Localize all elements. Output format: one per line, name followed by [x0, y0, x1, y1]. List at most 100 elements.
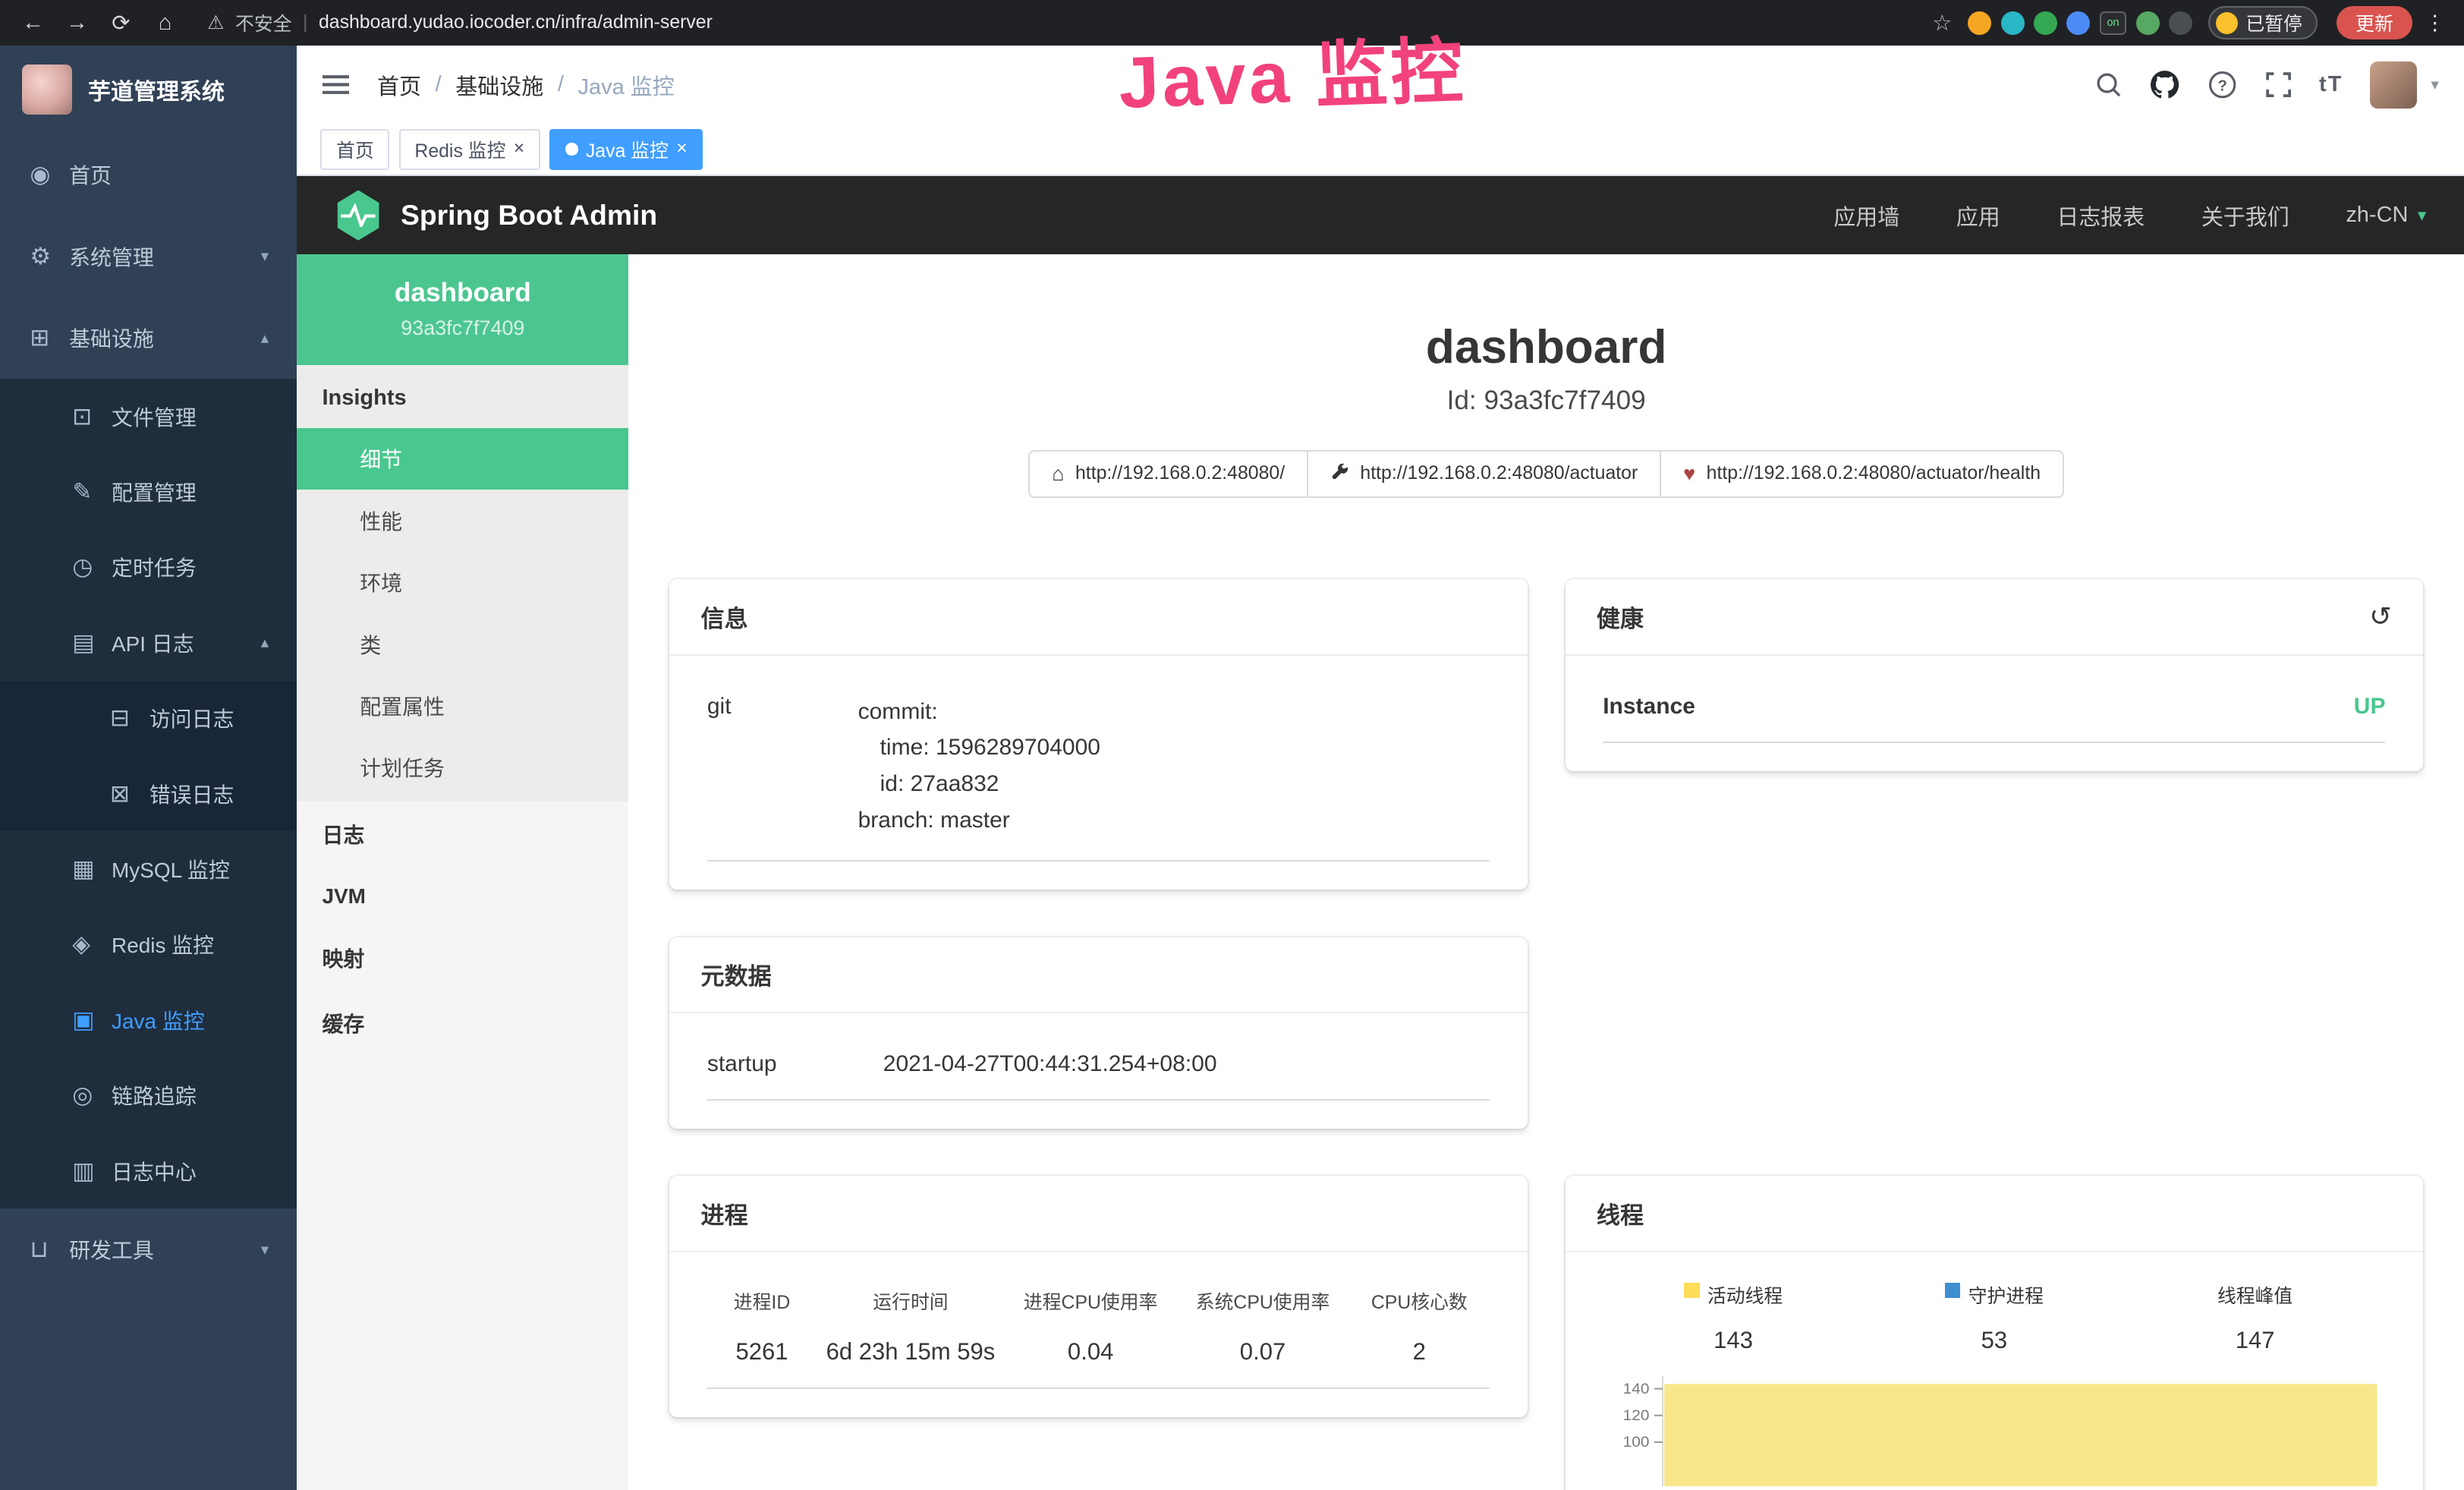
sidebar-item-label: 链路追踪 [112, 1080, 197, 1110]
metadata-key: startup [707, 1051, 883, 1077]
column-header: 运行时间 [817, 1277, 1005, 1324]
app-logo[interactable]: 芋道管理系统 [0, 46, 297, 134]
card-title: 线程 [1597, 1196, 1644, 1230]
sidebar-item-label: MySQL 监控 [112, 854, 230, 884]
sba-item-jvm[interactable]: JVM [297, 867, 628, 926]
breadcrumb-item-infrastructure[interactable]: 基础设施 [455, 69, 543, 101]
sidebar-item-config-manage[interactable]: ✎ 配置管理 [0, 454, 297, 529]
help-icon[interactable]: ? [2208, 70, 2237, 99]
sba-item-caches[interactable]: 缓存 [297, 991, 628, 1056]
sba-item-scheduled-tasks[interactable]: 计划任务 [297, 737, 628, 799]
sidebar-item-system-manage[interactable]: ⚙ 系统管理 ▾ [0, 216, 297, 298]
sba-item-config-props[interactable]: 配置属性 [297, 675, 628, 736]
sba-instance-header[interactable]: dashboard 93a3fc7f7409 [297, 254, 628, 365]
info-key: git [707, 694, 858, 839]
profile-paused-chip[interactable]: 已暂停 [2208, 6, 2318, 39]
font-size-icon[interactable]: tT [2319, 72, 2343, 97]
log-icon: ▤ [72, 629, 112, 657]
search-icon[interactable] [2094, 71, 2123, 99]
legend-peak-threads: 线程峰值 147 [2125, 1281, 2386, 1355]
sidebar-item-label: Java 监控 [112, 1005, 205, 1035]
user-avatar[interactable] [2370, 61, 2417, 109]
address-bar[interactable]: ⚠ 不安全 | dashboard.yudao.iocoder.cn/infra… [207, 9, 1923, 36]
sidebar-item-error-log[interactable]: ⊠ 错误日志 [0, 756, 297, 831]
extension-icon[interactable] [2034, 11, 2057, 35]
sidebar-item-api-log[interactable]: ▤ API 日志 ▴ [0, 605, 297, 680]
sidebar-item-scheduled-task[interactable]: ◷ 定时任务 [0, 530, 297, 605]
sidebar-item-redis-monitor[interactable]: ◈ Redis 监控 [0, 907, 297, 982]
extension-icon[interactable] [2066, 11, 2090, 35]
health-url-link[interactable]: ♥ http://192.168.0.2:48080/actuator/heal… [1661, 450, 2064, 497]
sba-item-logging[interactable]: 日志 [297, 802, 628, 867]
threads-chart: 140 120 100 [1603, 1376, 2385, 1486]
sba-nav-wall[interactable]: 应用墙 [1833, 200, 1899, 232]
sba-item-environment[interactable]: 环境 [297, 551, 628, 613]
process-table: 进程ID 运行时间 进程CPU使用率 系统CPU使用率 CPU核心数 [707, 1277, 1490, 1388]
sba-nav-applications[interactable]: 应用 [1956, 200, 2000, 232]
extension-icon[interactable] [2136, 11, 2160, 35]
profile-avatar-icon [2216, 12, 2238, 34]
browser-update-button[interactable]: 更新 [2337, 6, 2412, 39]
column-header: 进程ID [707, 1277, 817, 1324]
sba-nav-about[interactable]: 关于我们 [2201, 200, 2289, 232]
fullscreen-icon[interactable] [2264, 71, 2292, 99]
sidebar-item-infrastructure[interactable]: ⊞ 基础设施 ▴ [0, 297, 297, 379]
sba-item-metrics[interactable]: 性能 [297, 490, 628, 551]
browser-home-icon[interactable]: ⌂ [148, 11, 183, 36]
extension-icon[interactable] [2169, 11, 2192, 35]
threads-card: 线程 活动线程 143 [1566, 1176, 2424, 1490]
home-icon: ⌂ [1052, 462, 1064, 486]
tab-java-monitor[interactable]: Java 监控 × [549, 129, 703, 170]
cpu-cores: 2 [1348, 1324, 1490, 1388]
sidebar-item-tracing[interactable]: ◎ 链路追踪 [0, 1058, 297, 1133]
heart-icon: ♥ [1683, 462, 1695, 486]
sba-item-mappings[interactable]: 映射 [297, 925, 628, 991]
tab-redis-monitor[interactable]: Redis 监控 × [399, 129, 540, 170]
sidebar-item-java-monitor[interactable]: ▣ Java 监控 [0, 982, 297, 1057]
sba-nav-journal[interactable]: 日志报表 [2056, 200, 2145, 232]
legend-value: 147 [2125, 1327, 2386, 1354]
extension-on-icon[interactable]: on [2100, 11, 2126, 35]
browser-menu-icon[interactable]: ⋮ [2425, 11, 2445, 35]
breadcrumb-item-home[interactable]: 首页 [377, 69, 421, 101]
extension-icon[interactable] [1968, 11, 1991, 35]
sidebar-item-label: API 日志 [112, 628, 194, 658]
avatar-caret-icon[interactable]: ▾ [2431, 75, 2438, 94]
tab-home[interactable]: 首页 [320, 129, 389, 170]
sidebar-item-mysql-monitor[interactable]: ▦ MySQL 监控 [0, 831, 297, 906]
sidebar-item-log-center[interactable]: ▥ 日志中心 [0, 1133, 297, 1208]
card-title: 健康 [1597, 600, 1644, 634]
close-icon[interactable]: × [676, 140, 688, 159]
instance-id-subtitle: Id: 93a3fc7f7409 [669, 386, 2423, 416]
legend-label: 活动线程 [1707, 1281, 1783, 1309]
link-url: http://192.168.0.2:48080/ [1075, 463, 1285, 484]
locale-selector[interactable]: zh-CN ▾ [2346, 203, 2426, 228]
header-actions: ? tT ▾ [2094, 61, 2439, 109]
sidebar-item-dev-tools[interactable]: ⊔ 研发工具 ▾ [0, 1208, 297, 1290]
actuator-url-link[interactable]: http://192.168.0.2:48080/actuator [1308, 450, 1661, 497]
bookmark-star-icon[interactable]: ☆ [1932, 10, 1952, 36]
browser-back-icon[interactable]: ← [16, 11, 51, 36]
sidebar-item-label: 研发工具 [69, 1234, 154, 1265]
github-icon[interactable] [2149, 69, 2180, 100]
sidebar-item-home[interactable]: ◉ 首页 [0, 134, 297, 216]
info-line: commit: [858, 694, 1100, 730]
browser-forward-icon[interactable]: → [60, 11, 95, 36]
history-icon[interactable]: ↺ [2369, 601, 2391, 632]
sba-item-details[interactable]: 细节 [297, 428, 628, 490]
chevron-down-icon: ▾ [2418, 205, 2426, 225]
service-url-link[interactable]: ⌂ http://192.168.0.2:48080/ [1028, 450, 1308, 497]
process-pid: 5261 [707, 1324, 817, 1388]
close-icon[interactable]: × [514, 140, 525, 159]
sidebar-item-label: Redis 监控 [112, 929, 214, 959]
sidebar-toggle-icon[interactable] [323, 74, 349, 96]
health-instance-label[interactable]: Instance [1603, 694, 1695, 720]
extension-icon[interactable] [2001, 11, 2025, 35]
sba-item-beans[interactable]: 类 [297, 613, 628, 675]
sba-instance-name: dashboard [310, 278, 616, 308]
sba-brand[interactable]: Spring Boot Admin [335, 191, 657, 241]
app-sidebar: 芋道管理系统 ◉ 首页 ⚙ 系统管理 ▾ ⊞ 基础设施 ▴ ⊡ 文件管理 [0, 46, 297, 1490]
browser-refresh-icon[interactable]: ⟳ [104, 10, 139, 36]
sidebar-item-access-log[interactable]: ⊟ 访问日志 [0, 681, 297, 756]
sidebar-item-file-manage[interactable]: ⊡ 文件管理 [0, 379, 297, 454]
